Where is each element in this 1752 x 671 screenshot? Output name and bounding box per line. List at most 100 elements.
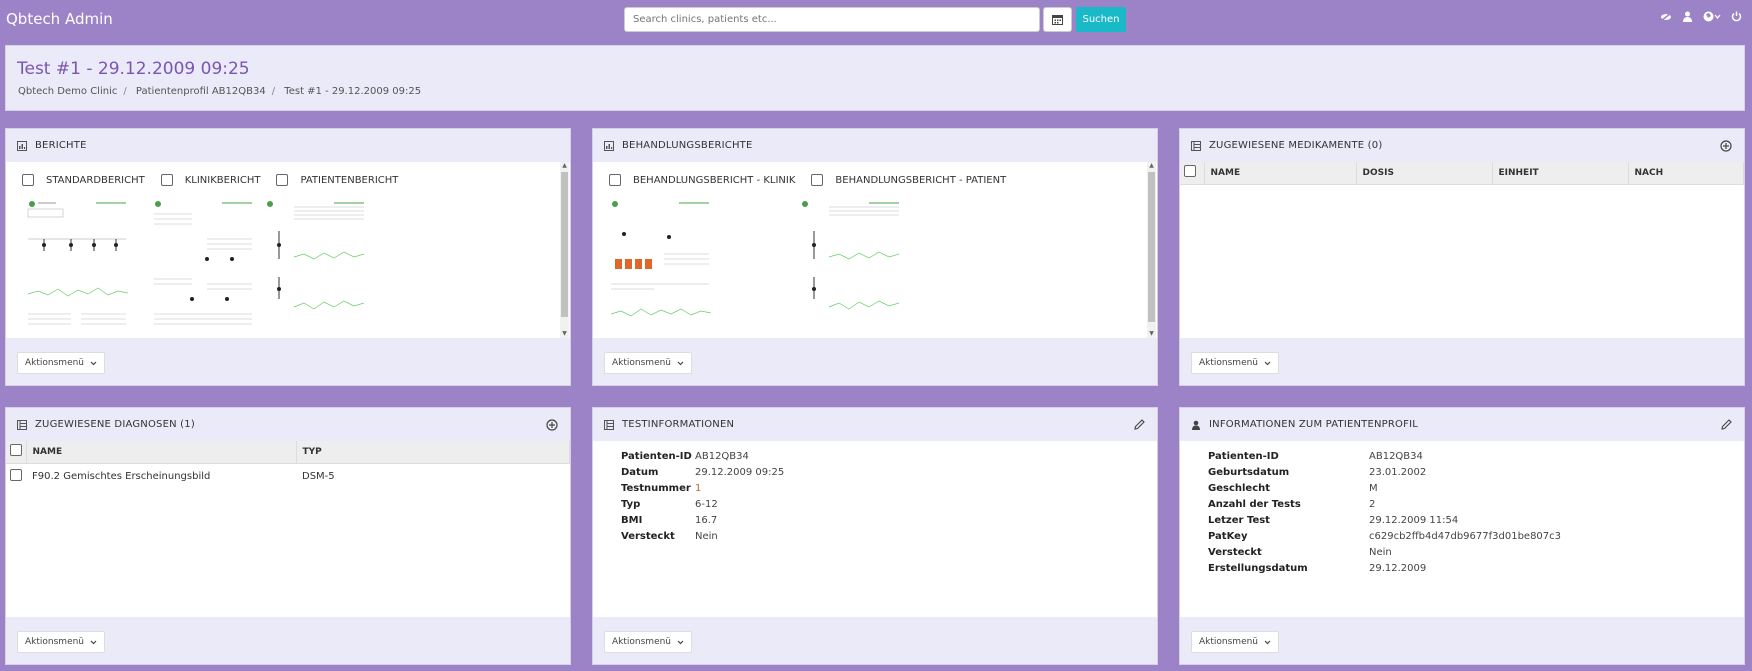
berichte-action-menu[interactable]: Aktionsmenü <box>17 352 106 374</box>
select-all-checkbox[interactable] <box>1184 165 1196 178</box>
page-header: Test #1 - 29.12.2009 09:25 Qbtech Demo C… <box>5 45 1745 111</box>
action-menu-label: Aktionsmenü <box>1199 358 1259 368</box>
patientenprofil-title: INFORMATIONEN ZUM PATIENTENPROFIL <box>1209 419 1418 430</box>
behandlung-klinik-thumbnail[interactable] <box>609 199 714 337</box>
berichte-scrollbar[interactable]: ▲ ▼ <box>560 162 569 338</box>
calendar-icon <box>1052 15 1063 25</box>
patientenbericht-thumbnail[interactable] <box>264 199 369 337</box>
label-patientenbericht: PATIENTENBERICHT <box>300 174 399 186</box>
behandlungsberichte-body: BEHANDLUNGSBERICHT - KLINIK BEHANDLUNGSB… <box>593 162 1157 338</box>
add-medication-button[interactable] <box>1720 140 1732 155</box>
scroll-down-arrow[interactable]: ▼ <box>1147 330 1156 338</box>
checkbox-behandlung-klinik[interactable] <box>609 174 621 186</box>
pencil-icon <box>1721 419 1732 430</box>
profil-row: Geburtsdatum 23.01.2002 <box>1208 467 1561 483</box>
field-value: 1 <box>695 483 702 494</box>
field-label: Geburtsdatum <box>1208 467 1290 478</box>
field-label: Geschlecht <box>1208 483 1271 494</box>
chevron-down-icon <box>677 361 684 365</box>
edit-testinfo-button[interactable] <box>1134 419 1145 433</box>
breadcrumb-test: Test #1 - 29.12.2009 09:25 <box>284 86 422 97</box>
plus-circle-icon <box>1720 140 1732 152</box>
last-test-link[interactable]: 29.12.2009 11:54 <box>1369 515 1458 531</box>
checkbox-patientenbericht[interactable] <box>276 174 289 186</box>
testinfo-row: Datum 29.12.2009 09:25 <box>621 467 784 483</box>
action-menu-label: Aktionsmenü <box>612 358 672 368</box>
diagnosis-name: F90.2 Gemischtes Erscheinungsbild <box>32 470 211 482</box>
scroll-up-arrow[interactable]: ▲ <box>1147 162 1156 170</box>
field-label: Testnummer <box>621 483 691 494</box>
search-button[interactable]: Suchen <box>1076 7 1126 32</box>
chevron-down-icon <box>90 361 97 365</box>
action-menu-label: Aktionsmenü <box>25 637 85 647</box>
profil-action-menu[interactable]: Aktionsmenü <box>1191 631 1280 653</box>
edit-profile-button[interactable] <box>1721 419 1732 433</box>
field-value: 29.12.2009 <box>1369 563 1427 574</box>
field-value: 23.01.2002 <box>1369 467 1427 478</box>
user-icon[interactable] <box>1682 11 1693 22</box>
column-header-einheit[interactable]: EINHEIT <box>1492 162 1629 185</box>
chevron-down-icon <box>90 640 97 644</box>
medikamente-action-menu[interactable]: Aktionsmenü <box>1191 352 1280 374</box>
search-input[interactable] <box>624 7 1040 32</box>
column-header-typ[interactable]: TYP <box>296 441 570 464</box>
testinfo-row: Typ 6-12 <box>621 499 784 515</box>
patientenprofil-panel: INFORMATIONEN ZUM PATIENTENPROFIL Patien… <box>1179 407 1745 665</box>
profil-row: Anzahl der Tests 2 <box>1208 499 1561 515</box>
field-value: Nein <box>695 531 718 542</box>
klinikbericht-thumbnail[interactable] <box>152 199 257 337</box>
profil-row: Versteckt Nein <box>1208 547 1561 563</box>
column-header-nach[interactable]: NACH <box>1628 162 1744 185</box>
medikamente-table: NAME DOSIS EINHEIT NACH <box>1180 162 1744 185</box>
field-value: Nein <box>1369 547 1392 558</box>
checkbox-behandlung-patient[interactable] <box>811 174 824 186</box>
label-behandlung-patient: BEHANDLUNGSBERICHT - PATIENT <box>835 174 1007 186</box>
field-label: BMI <box>621 515 643 526</box>
scroll-down-arrow[interactable]: ▼ <box>560 330 569 338</box>
plus-circle-icon <box>546 419 558 431</box>
behandlung-scrollbar[interactable]: ▲ ▼ <box>1147 162 1156 338</box>
diagnosen-action-menu[interactable]: Aktionsmenü <box>17 631 106 653</box>
field-label: Datum <box>621 467 659 478</box>
calendar-button[interactable] <box>1043 7 1072 32</box>
table-row[interactable]: F90.2 Gemischtes Erscheinungsbild DSM-5 <box>6 463 570 489</box>
app-title[interactable]: Qbtech Admin <box>6 10 113 28</box>
profil-list: Patienten-ID AB12QB34 Geburtsdatum 23.01.2… <box>1208 451 1561 579</box>
breadcrumb-patient[interactable]: Patientenprofil AB12QB34 <box>136 86 266 97</box>
top-bar: Qbtech Admin Suchen <box>0 0 1752 40</box>
row-select-cell <box>6 463 26 489</box>
select-all-checkbox[interactable] <box>10 444 22 457</box>
scrollbar-thumb[interactable] <box>561 172 568 317</box>
column-header-name[interactable]: NAME <box>1204 162 1357 185</box>
eye-slash-icon[interactable] <box>1660 11 1672 22</box>
standardbericht-thumbnail[interactable] <box>26 199 131 337</box>
profil-row: PatKey c629cb2ffb4d47db9677f3d01be807c3 <box>1208 531 1561 547</box>
globe-icon[interactable] <box>1703 11 1721 22</box>
scrollbar-thumb[interactable] <box>1148 172 1155 322</box>
column-header-dosis[interactable]: DOSIS <box>1356 162 1493 185</box>
profil-row: Letzer Test 29.12.2009 11:54 <box>1208 515 1561 531</box>
field-label: Versteckt <box>1208 547 1262 558</box>
add-diagnosis-button[interactable] <box>546 419 558 434</box>
breadcrumb-clinic[interactable]: Qbtech Demo Clinic <box>18 86 117 97</box>
behandlung-patient-thumbnail[interactable] <box>799 199 904 337</box>
scroll-up-arrow[interactable]: ▲ <box>560 162 569 170</box>
testinfo-action-menu[interactable]: Aktionsmenü <box>604 631 693 653</box>
report-icon <box>604 140 614 151</box>
field-label: Patienten-ID <box>621 451 692 462</box>
field-value: c629cb2ffb4d47db9677f3d01be807c3 <box>1369 531 1562 542</box>
row-checkbox[interactable] <box>10 468 22 481</box>
field-label: Erstellungsdatum <box>1208 563 1308 574</box>
column-header-name[interactable]: NAME <box>26 441 297 464</box>
action-menu-label: Aktionsmenü <box>612 637 672 647</box>
checkbox-klinikbericht[interactable] <box>160 174 173 186</box>
report-icon <box>17 140 27 151</box>
behandlung-action-menu[interactable]: Aktionsmenü <box>604 352 693 374</box>
power-icon[interactable] <box>1731 11 1742 22</box>
select-all-cell <box>1180 162 1205 185</box>
field-value: 16.7 <box>695 515 718 526</box>
action-menu-label: Aktionsmenü <box>1199 637 1259 647</box>
patient-id-link[interactable]: AB12QB34 <box>1369 451 1423 467</box>
checkbox-standardbericht[interactable] <box>22 174 34 186</box>
field-label: Letzer Test <box>1208 515 1270 526</box>
